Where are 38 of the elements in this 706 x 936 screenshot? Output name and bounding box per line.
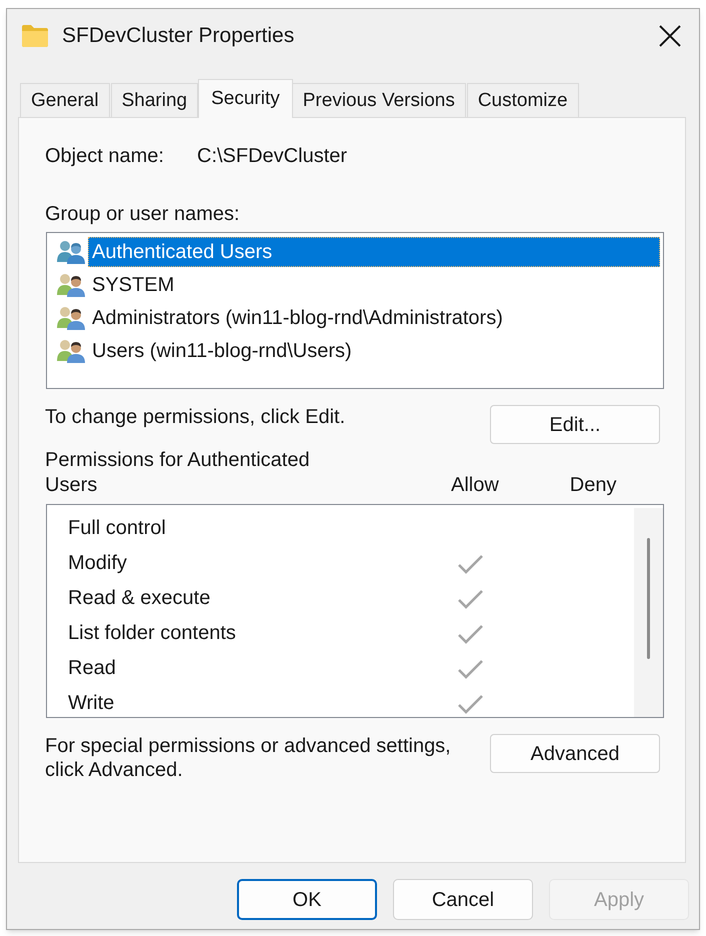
dialog-button[interactable]: OK xyxy=(237,879,377,920)
column-header: Allow xyxy=(451,473,499,498)
permission-name: List folder contents xyxy=(68,622,236,644)
tab[interactable]: General xyxy=(20,83,110,117)
window-title: SFDevCluster Properties xyxy=(62,23,294,49)
permission-name: Read xyxy=(68,656,116,678)
permissions-label: Permissions for Authenticated Users xyxy=(45,448,311,498)
group-list-label: Group or user names: xyxy=(45,202,240,226)
scrollbar[interactable] xyxy=(634,508,663,717)
list-item[interactable]: Authenticated Users xyxy=(88,237,660,267)
list-item[interactable]: SYSTEM xyxy=(88,270,178,300)
permission-name: Full control xyxy=(68,516,166,538)
object-name-value: C:\SFDevCluster xyxy=(197,144,348,169)
user-listbox[interactable]: Authenticated Users SYSTEM Administrators (win11-blog-rnd\Administrators) Users (win11-blog-rnd\Users) xyxy=(46,232,664,389)
tab[interactable]: Previous Versions xyxy=(292,83,466,117)
users-icon xyxy=(56,306,86,330)
permission-name: Write xyxy=(68,692,114,714)
users-icon xyxy=(56,339,86,363)
object-name-label: Object name: xyxy=(45,145,164,167)
close-icon xyxy=(659,25,681,47)
permission-name: Modify xyxy=(68,552,127,574)
scrollbar-thumb[interactable] xyxy=(647,538,650,659)
users-icon xyxy=(56,273,86,297)
users-icon xyxy=(56,240,86,264)
tab[interactable]: Customize xyxy=(466,83,579,117)
edit-button[interactable]: Edit... xyxy=(490,405,660,444)
edit-hint-text: To change permissions, click Edit. xyxy=(45,405,346,429)
advanced-button[interactable]: Advanced xyxy=(490,734,660,773)
advanced-hint-text: For special permissions or advanced settings, click Advanced. xyxy=(45,734,452,782)
list-item[interactable]: Administrators (win11-blog-rnd\Administrators) xyxy=(88,303,507,333)
permissions-listbox[interactable]: Full control Modify Read & execute List folder contents Read Write xyxy=(46,504,664,718)
folder-icon xyxy=(22,25,48,47)
column-header: Deny xyxy=(570,473,616,498)
list-item[interactable]: Users (win11-blog-rnd\Users) xyxy=(88,336,356,366)
dialog-button[interactable]: Cancel xyxy=(393,879,533,920)
permission-name: Read & execute xyxy=(68,586,210,608)
tab[interactable]: Sharing xyxy=(110,83,198,117)
tab[interactable]: Security xyxy=(198,79,293,118)
